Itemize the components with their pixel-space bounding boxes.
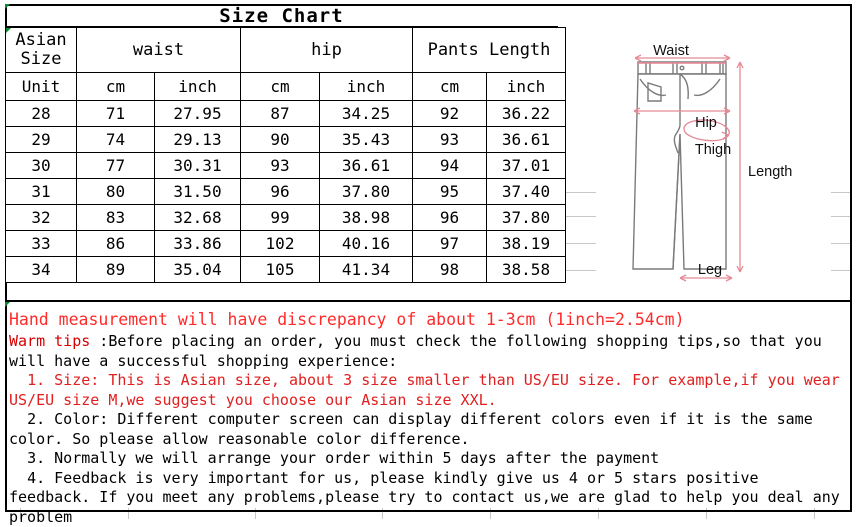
cell-size: 29 [6, 127, 77, 153]
cell-hip-cm: 93 [241, 153, 320, 179]
label-leg: Leg [698, 262, 722, 278]
cell-hip-cm: 96 [241, 179, 320, 205]
cell-hip-cm: 99 [241, 205, 320, 231]
pants-outline-icon [633, 62, 726, 269]
note-discrepancy: Hand measurement will have discrepancy o… [9, 308, 848, 332]
cell-hip-inch: 40.16 [320, 231, 413, 257]
table-row: 297429.139035.439336.61 [6, 127, 566, 153]
cell-hip-cm: 105 [241, 257, 320, 283]
table-unit-row: Unit cm inch cm inch cm inch [6, 73, 566, 101]
cell-waist-inch: 35.04 [155, 257, 241, 283]
cell-waist-inch: 31.50 [155, 179, 241, 205]
table-header-group-row: Asian Size waist hip Pants Length [6, 28, 566, 73]
table-row: 318031.509637.809537.40 [6, 179, 566, 205]
cell-hip-inch: 37.80 [320, 179, 413, 205]
cell-hip-inch: 36.61 [320, 153, 413, 179]
cell-waist-cm: 89 [77, 257, 155, 283]
pants-diagram: Waist Hip Thigh Length Leg [560, 29, 852, 299]
header-asian-size-line1: Asian [6, 31, 76, 50]
cell-hip-cm: 90 [241, 127, 320, 153]
cell-length-cm: 95 [413, 179, 487, 205]
cell-length-cm: 92 [413, 101, 487, 127]
unit-cell-6: inch [487, 73, 566, 101]
cell-size: 33 [6, 231, 77, 257]
cell-waist-cm: 77 [77, 153, 155, 179]
cell-length-cm: 94 [413, 153, 487, 179]
header-hip: hip [241, 28, 413, 73]
table-row: 338633.8610240.169738.19 [6, 231, 566, 257]
note-item-1: 1. Size: This is Asian size, about 3 siz… [9, 371, 848, 410]
cell-length-inch: 37.01 [487, 153, 566, 179]
cell-length-inch: 37.80 [487, 205, 566, 231]
cell-length-cm: 97 [413, 231, 487, 257]
title-row: Size Chart [5, 4, 558, 28]
label-length: Length [748, 164, 792, 180]
cell-length-cm: 93 [413, 127, 487, 153]
cell-waist-inch: 27.95 [155, 101, 241, 127]
cell-hip-cm: 102 [241, 231, 320, 257]
cell-waist-cm: 80 [77, 179, 155, 205]
warm-tips-label: Warm tips [9, 332, 90, 350]
note-item-2: 2. Color: Different computer screen can … [9, 410, 848, 449]
cell-size: 31 [6, 179, 77, 205]
unit-cell-5: cm [413, 73, 487, 101]
excel-marker-icon [5, 4, 10, 9]
cell-waist-inch: 33.86 [155, 231, 241, 257]
cell-waist-cm: 86 [77, 231, 155, 257]
cell-length-inch: 38.19 [487, 231, 566, 257]
cell-size: 32 [6, 205, 77, 231]
label-waist: Waist [653, 43, 689, 59]
cell-size: 34 [6, 257, 77, 283]
cell-waist-inch: 32.68 [155, 205, 241, 231]
notes-block: Hand measurement will have discrepancy o… [5, 300, 852, 506]
excel-marker-icon [5, 302, 10, 307]
cell-hip-inch: 38.98 [320, 205, 413, 231]
header-waist: waist [77, 28, 241, 73]
table-row: 307730.319336.619437.01 [6, 153, 566, 179]
spreadsheet-canvas: Size Chart Asian Size waist hip Pants Le… [0, 0, 857, 519]
label-thigh: Thigh [695, 142, 731, 158]
cell-length-cm: 96 [413, 205, 487, 231]
cell-waist-inch: 29.13 [155, 127, 241, 153]
cell-hip-inch: 35.43 [320, 127, 413, 153]
cell-hip-inch: 41.34 [320, 257, 413, 283]
size-table: Asian Size waist hip Pants Length Unit c… [5, 27, 566, 283]
cell-waist-cm: 83 [77, 205, 155, 231]
cell-size: 28 [6, 101, 77, 127]
table-row: 348935.0410541.349838.58 [6, 257, 566, 283]
table-row: 328332.689938.989637.80 [6, 205, 566, 231]
warm-tips-body: :Before placing an order, you must check… [9, 332, 831, 370]
header-pants-length: Pants Length [413, 28, 566, 73]
cell-length-cm: 98 [413, 257, 487, 283]
unit-cell-3: cm [241, 73, 320, 101]
cell-waist-cm: 74 [77, 127, 155, 153]
note-item-4: 4. Feedback is very important for us, pl… [9, 469, 848, 527]
table-row: 287127.958734.259236.22 [6, 101, 566, 127]
cell-size: 30 [6, 153, 77, 179]
label-hip: Hip [695, 115, 717, 131]
unit-cell-4: inch [320, 73, 413, 101]
cell-length-inch: 36.61 [487, 127, 566, 153]
unit-cell-2: inch [155, 73, 241, 101]
page-title: Size Chart [5, 4, 558, 27]
cell-length-inch: 36.22 [487, 101, 566, 127]
note-warm-tips: Warm tips :Before placing an order, you … [9, 332, 848, 371]
note-item-3: 3. Normally we will arrange your order w… [9, 449, 848, 469]
header-asian-size-line2: Size [6, 50, 76, 69]
cell-hip-inch: 34.25 [320, 101, 413, 127]
cell-length-inch: 38.58 [487, 257, 566, 283]
unit-cell-1: cm [77, 73, 155, 101]
excel-marker-icon [6, 28, 11, 33]
cell-waist-inch: 30.31 [155, 153, 241, 179]
header-asian-size: Asian Size [6, 28, 77, 73]
unit-cell-0: Unit [6, 73, 77, 101]
cell-hip-cm: 87 [241, 101, 320, 127]
cell-length-inch: 37.40 [487, 179, 566, 205]
cell-waist-cm: 71 [77, 101, 155, 127]
